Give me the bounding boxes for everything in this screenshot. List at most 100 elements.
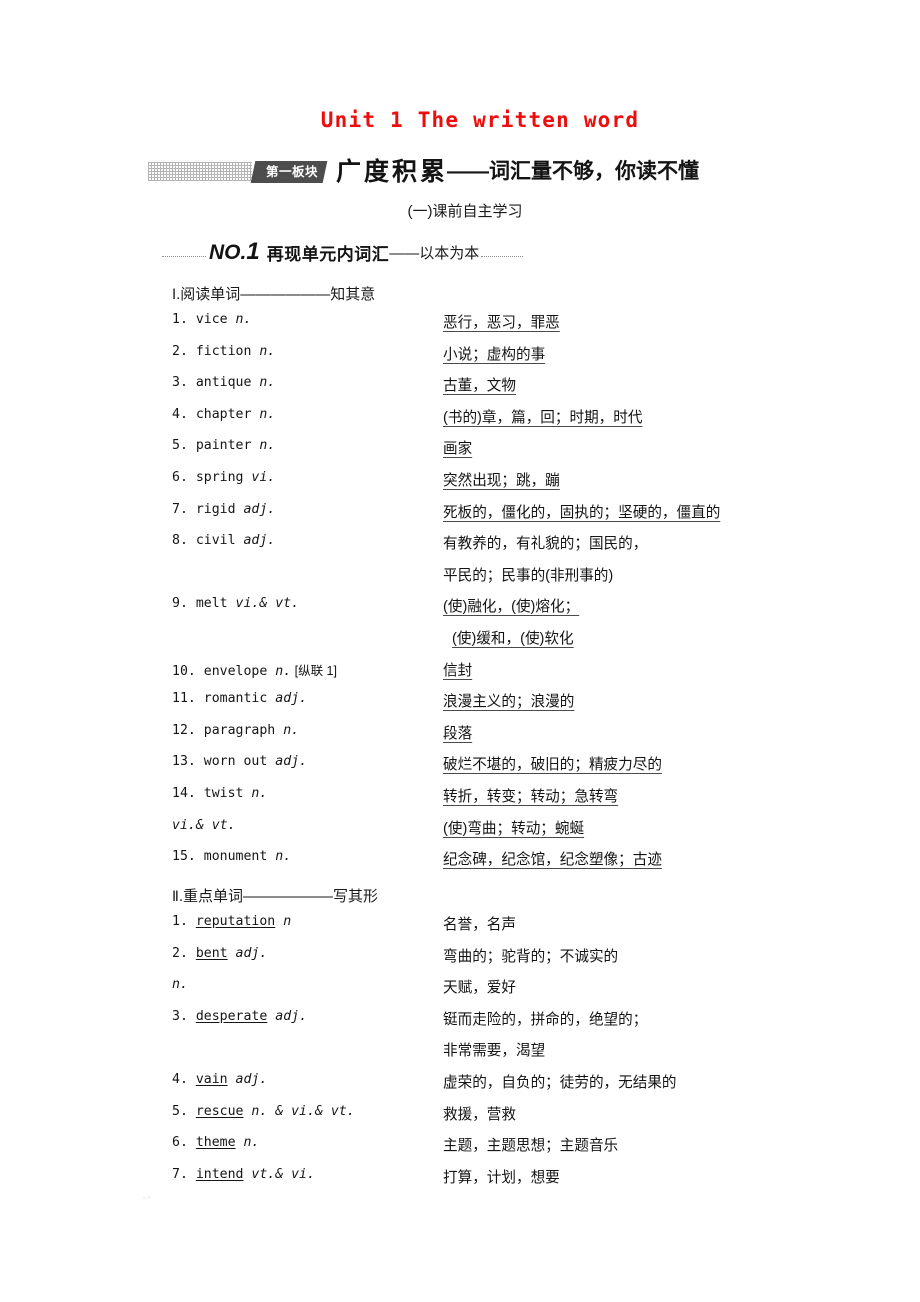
item-number: 2.: [172, 945, 196, 961]
vocabulary-term: 14. twist n.: [172, 786, 267, 801]
vocabulary-row: 15. monument n. 纪念碑，纪念馆，纪念塑像；古迹: [0, 845, 920, 877]
section-heading-main: 广度积累: [336, 158, 449, 186]
part-of-speech: adj.: [275, 691, 308, 707]
part-of-speech: vi.& vt.: [235, 596, 300, 612]
cross-reference-note: [纵联 1]: [291, 663, 337, 678]
no1-label: NO.1: [206, 238, 263, 266]
part-of-speech: n.: [243, 1135, 260, 1151]
chinese-definition: 平民的；民事的(非刑事的): [443, 567, 614, 584]
english-word: twist: [203, 785, 244, 801]
part-of-speech: adj.: [235, 945, 268, 961]
vocabulary-term: 3. antique n.: [172, 375, 275, 390]
chinese-definition: 名誉，名声: [443, 917, 516, 933]
item-number: 3.: [172, 375, 196, 391]
vocabulary-term: 1. reputation n: [172, 914, 291, 929]
no1-title: 再现单元内词汇: [266, 244, 390, 264]
page-title: Unit 1 The written word: [320, 108, 640, 132]
english-word: painter: [195, 438, 252, 454]
chinese-definition: 小说；虚构的事: [443, 346, 546, 363]
part-of-speech: n.: [172, 977, 188, 993]
vocabulary-row: 6. theme n. 主题，主题思想；主题音乐: [0, 1131, 920, 1163]
vocabulary-term: 7. rigid adj.: [172, 502, 275, 517]
vocabulary-term: 4. vain adj.: [172, 1072, 267, 1087]
chinese-definition: 虚荣的，自负的；徒劳的，无结果的: [443, 1074, 677, 1091]
vocabulary-term: 13. worn out adj.: [172, 754, 307, 769]
vocabulary-term: 7. intend vt.& vi.: [172, 1167, 315, 1182]
vocabulary-term: 15. monument n.: [172, 849, 291, 864]
no1-digit: 1: [246, 238, 260, 265]
section-tag-badge: 第一板块: [250, 160, 328, 183]
vocabulary-term: 1. vice n.: [172, 312, 251, 327]
section-roman-numeral: Ⅱ: [172, 889, 179, 905]
vocabulary-row: 2. bent adj. 弯曲的；驼背的；不诚实的: [0, 942, 920, 974]
document-page: Unit 1 The written word 第一板块 广度积累 ——词汇量不…: [0, 0, 920, 1302]
no1-tail: ——以本为本: [389, 244, 480, 262]
vocabulary-row: 3. desperate adj. 铤而走险的，拼命的，绝望的；: [0, 1005, 920, 1037]
vocabulary-list-2: 1. reputation n 名誉，名声 2. bent adj. 弯曲的；驼背的；…: [0, 910, 920, 1194]
item-number: 2.: [172, 343, 196, 359]
item-number: 13.: [172, 754, 204, 770]
chinese-definition: 古董，文物: [443, 378, 516, 395]
part-of-speech: n.: [283, 722, 300, 738]
chinese-definition: 画家: [443, 441, 473, 458]
chinese-definition: 破烂不堪的，破旧的；精疲力尽的: [443, 757, 662, 774]
chinese-definition: 纪念碑，纪念馆，纪念塑像；古迹: [443, 852, 662, 869]
english-word: worn out: [203, 754, 268, 770]
vocabulary-term: 3. desperate adj.: [172, 1009, 307, 1024]
chinese-definition: (使)弯曲；转动；蜿蜒: [443, 820, 585, 837]
chinese-definition: 转折，转变；转动；急转弯: [443, 788, 619, 805]
item-number: 1.: [172, 312, 196, 327]
vocabulary-term: 8. civil adj.: [172, 533, 275, 548]
english-word: civil: [195, 533, 236, 549]
part-of-speech: vt.& vi.: [251, 1166, 315, 1182]
chinese-definition: 铤而走险的，拼命的，绝望的；: [443, 1011, 648, 1028]
vocabulary-term: 5. painter n.: [172, 438, 275, 453]
vocabulary-row: (使)缓和，(使)软化: [0, 624, 920, 656]
chinese-definition: 浪漫主义的；浪漫的: [443, 694, 575, 711]
part-of-speech: vi.: [251, 469, 276, 485]
vocabulary-row: 7. intend vt.& vi. 打算，计划，想要: [0, 1163, 920, 1195]
item-number: 7.: [172, 1166, 196, 1182]
vocabulary-row: 1. reputation n 名誉，名声: [0, 910, 920, 942]
chinese-definition: 天赋，爱好: [443, 980, 516, 997]
english-word: vain: [195, 1071, 228, 1087]
no1-prefix: NO.: [209, 241, 247, 264]
vocabulary-term: 4. chapter n.: [172, 407, 275, 422]
chinese-definition: 有教养的，有礼貌的；国民的，: [443, 536, 648, 553]
english-word: spring: [195, 469, 244, 485]
item-number: 15.: [172, 849, 204, 865]
vocabulary-term: 9. melt vi.& vt.: [172, 596, 299, 611]
vocabulary-row: 2. fiction n. 小说；虚构的事: [0, 340, 920, 372]
vocabulary-row: 7. rigid adj. 死板的，僵化的，固执的；坚硬的，僵直的: [0, 498, 920, 530]
vocabulary-term: n.: [172, 977, 188, 992]
english-word: intend: [195, 1166, 244, 1182]
chinese-definition: 主题，主题思想；主题音乐: [443, 1138, 619, 1155]
item-number: 6.: [172, 1135, 196, 1151]
vocabulary-row: 5. rescue n. & vi.& vt. 救援，营救: [0, 1100, 920, 1132]
part-of-speech: n.: [275, 849, 292, 865]
chinese-definition: 段落: [443, 725, 473, 742]
vocabulary-row: 14. twist n. 转折，转变；转动；急转弯: [0, 782, 920, 814]
english-word: desperate: [195, 1008, 268, 1024]
part-of-speech: n. & vi.& vt.: [251, 1103, 355, 1119]
vocabulary-row: 13. worn out adj. 破烂不堪的，破旧的；精疲力尽的: [0, 750, 920, 782]
english-word: melt: [195, 596, 228, 612]
vocabulary-row: 11. romantic adj. 浪漫主义的；浪漫的: [0, 687, 920, 719]
part-of-speech: n.: [275, 663, 292, 679]
part-of-speech: adj.: [275, 1008, 308, 1024]
scan-artifact: [142, 1196, 152, 1201]
vocabulary-term: 5. rescue n. & vi.& vt.: [172, 1104, 355, 1119]
item-number: 11.: [172, 691, 204, 707]
section-banner: 第一板块 广度积累 ——词汇量不够，你读不懂: [148, 152, 848, 188]
part-of-speech: n.: [235, 312, 252, 327]
vocabulary-term: 6. theme n.: [172, 1135, 259, 1150]
section-heading-subtitle: ——词汇量不够，你读不懂: [447, 160, 700, 183]
part-of-speech: n: [283, 914, 292, 929]
part-of-speech: adj.: [243, 533, 276, 549]
item-number: 9.: [172, 596, 196, 612]
chinese-definition: 非常需要，渴望: [443, 1043, 546, 1060]
chinese-definition: 恶行，恶习，罪恶: [443, 315, 560, 331]
chinese-definition: 救援，营救: [443, 1106, 516, 1123]
vocabulary-list-1: 1. vice n. 恶行，恶习，罪恶 2. fiction n. 小说；虚构的事 3.…: [0, 308, 920, 877]
chinese-definition: (书的)章，篇，回；时期，时代: [443, 409, 643, 426]
